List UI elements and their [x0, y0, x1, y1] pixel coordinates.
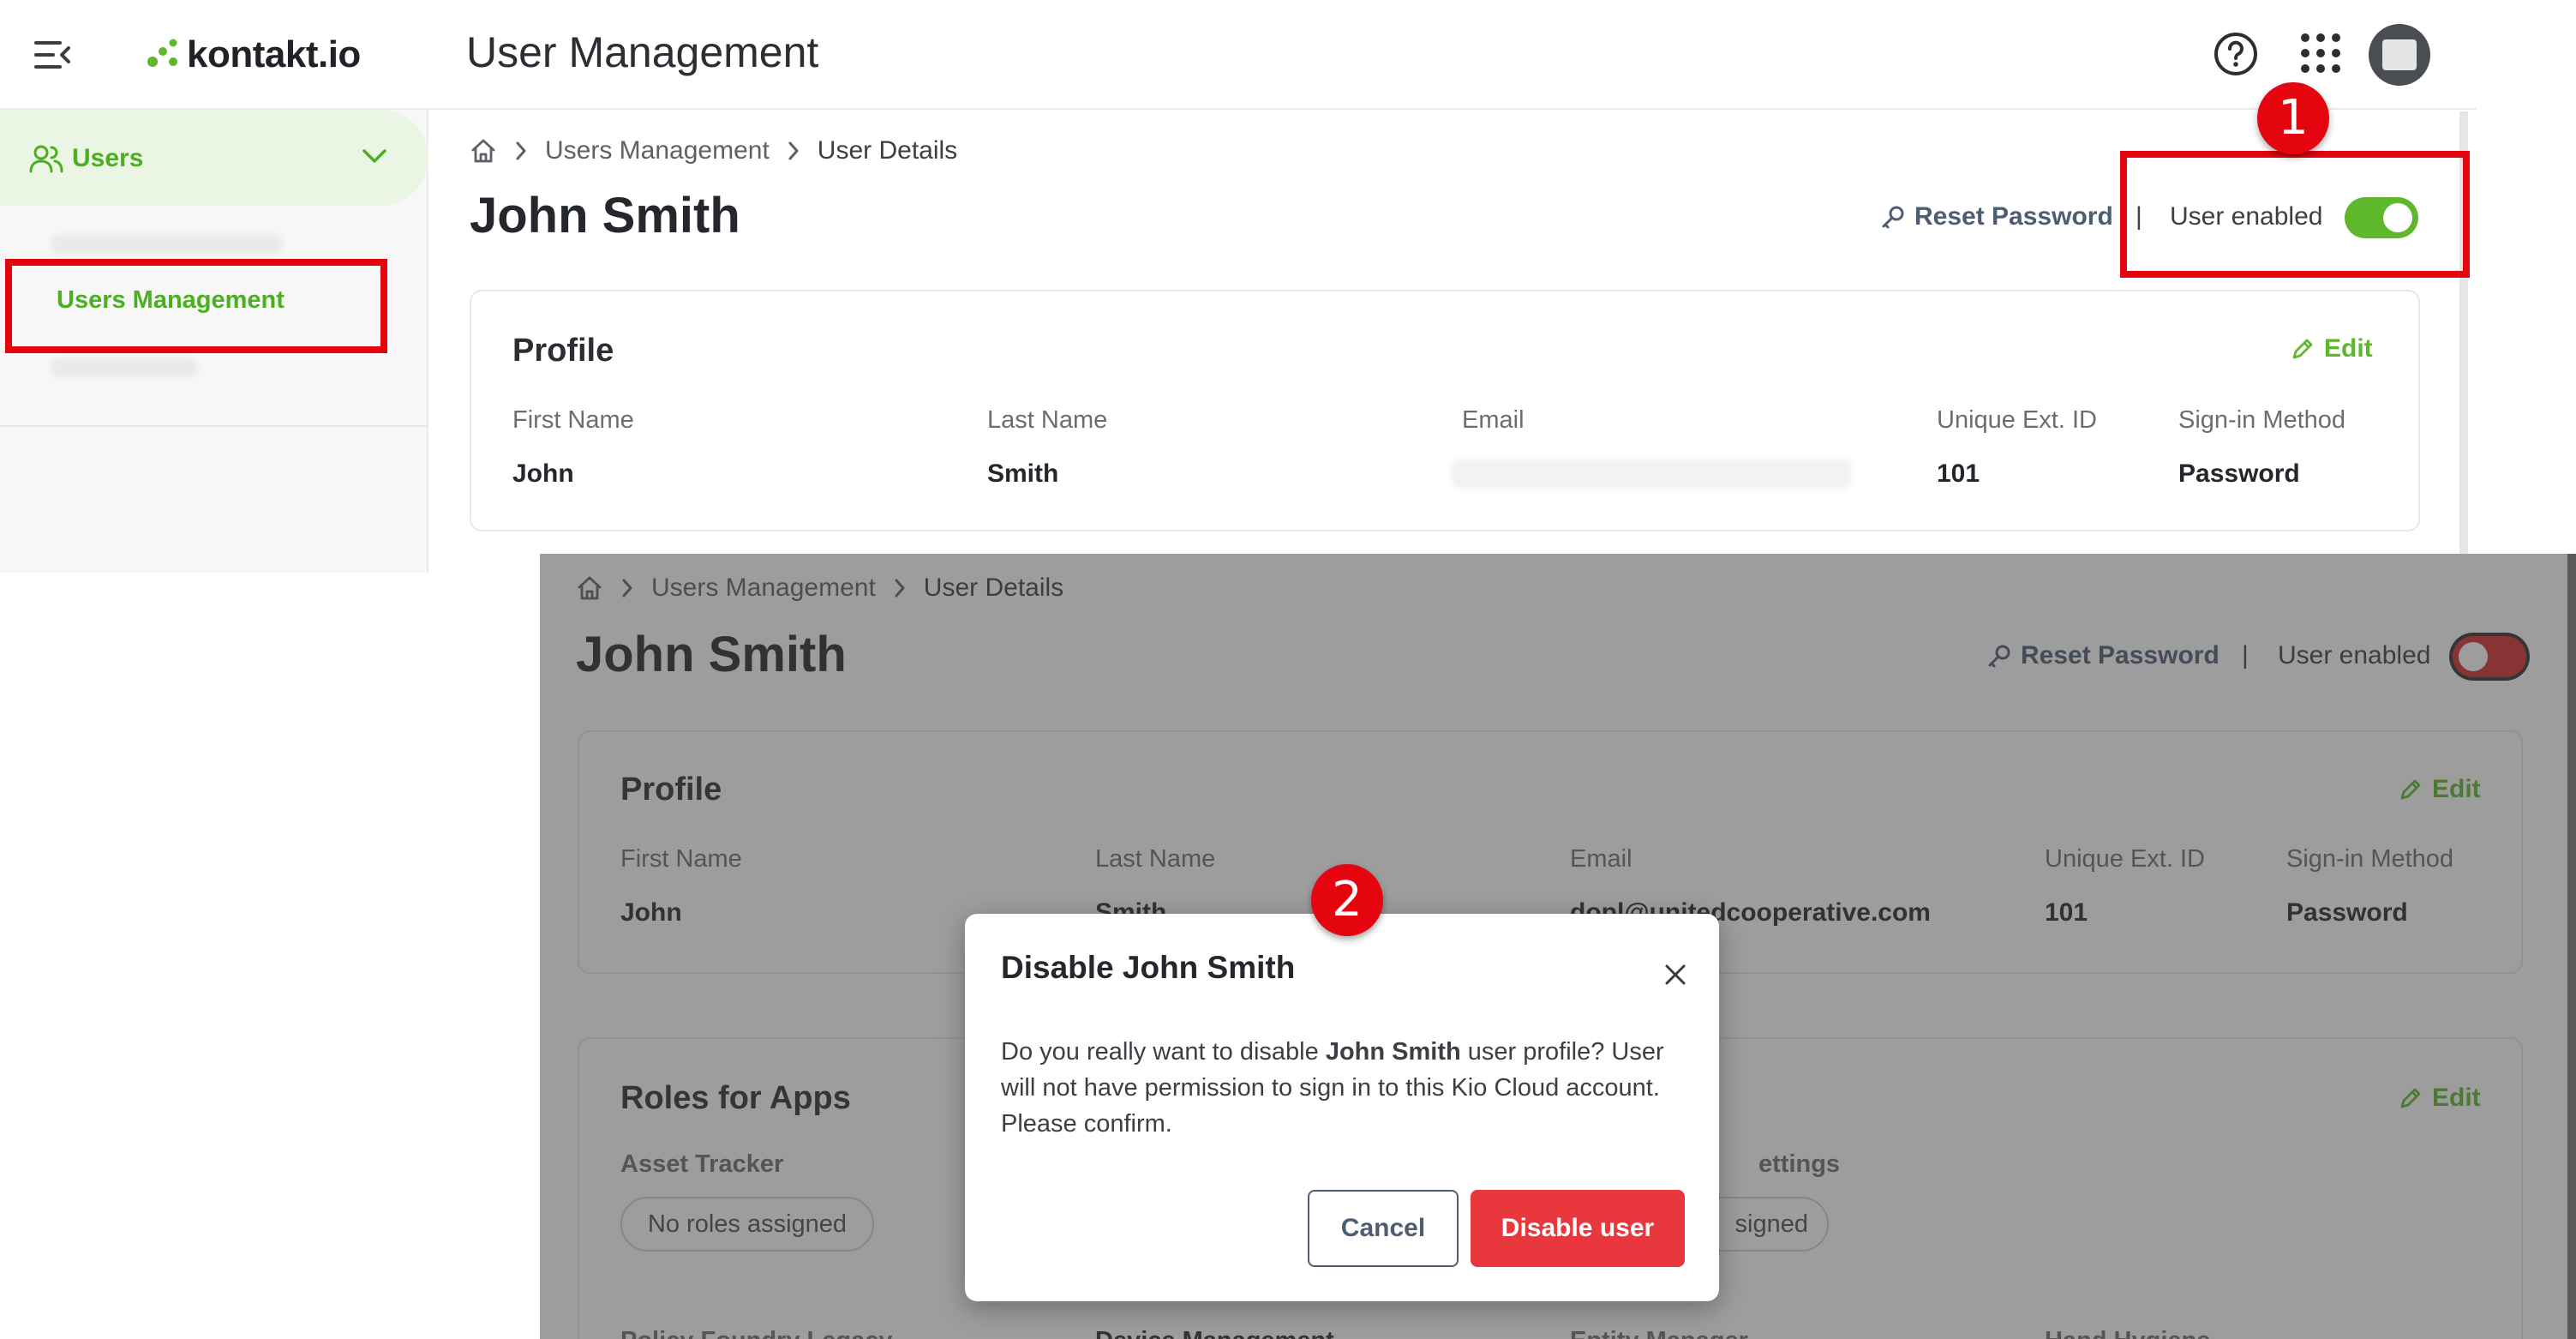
avatar[interactable] [2369, 24, 2430, 86]
reset-password-link[interactable]: Reset Password [1880, 202, 2113, 231]
close-icon[interactable] [1662, 962, 1688, 988]
last-name-label: Last Name [987, 406, 1108, 434]
dialog-message-pre: Do you really want to disable [1001, 1038, 1326, 1066]
disable-user-dialog: Disable John Smith Do you really want to… [965, 914, 1719, 1301]
unique-ext-id-label: Unique Ext. ID [1937, 406, 2097, 434]
first-name-value: John [512, 459, 574, 488]
unique-ext-id-value: 101 [1937, 459, 1980, 488]
sign-in-method-value: Password [2178, 459, 2300, 488]
dialog-title: Disable John Smith [1001, 950, 1296, 985]
profile-card: Profile Edit First Name John Last Name S… [470, 290, 2420, 531]
dialog-message-username: John Smith [1325, 1038, 1461, 1066]
sidebar-divider [0, 425, 428, 427]
breadcrumb-users-management[interactable]: Users Management [545, 136, 770, 165]
breadcrumb-user-details: User Details [817, 136, 958, 165]
app-title: User Management [466, 28, 819, 76]
menu-collapse-icon[interactable] [34, 38, 72, 72]
brand-logo[interactable]: kontakt.io [146, 31, 361, 79]
dialog-screenshot: Users Management User Details John Smith… [540, 554, 2576, 1339]
kontakt-logo-icon [147, 39, 177, 67]
breadcrumb: Users Management User Details [470, 134, 957, 168]
chevron-right-icon [788, 141, 799, 160]
email-value-redacted [1452, 459, 1851, 489]
first-name-label: First Name [512, 406, 634, 434]
scrollbar[interactable] [2567, 554, 2576, 1339]
help-icon[interactable] [2213, 31, 2259, 77]
chevron-down-icon[interactable] [362, 147, 387, 165]
dialog-message: Do you really want to disable John Smith… [1001, 1034, 1686, 1142]
reset-password-label: Reset Password [1914, 202, 2113, 231]
users-icon [29, 145, 63, 173]
key-icon [1882, 206, 1904, 229]
top-bar: kontakt.io User Management [0, 0, 2477, 110]
sidebar-item-users-label: Users [72, 144, 144, 172]
blurred-sidebar-item [51, 358, 197, 377]
sign-in-method-label: Sign-in Method [2178, 406, 2346, 434]
profile-card-title: Profile [512, 333, 614, 369]
home-icon[interactable] [470, 138, 497, 164]
brand-name: kontakt.io [187, 33, 361, 75]
cancel-button[interactable]: Cancel [1308, 1190, 1459, 1267]
apps-grid-icon[interactable] [2298, 31, 2343, 75]
profile-edit-button[interactable]: Edit [2290, 334, 2373, 363]
last-name-value: Smith [987, 459, 1059, 488]
page-title: John Smith [470, 188, 740, 243]
annotation-badge-1: 1 [2257, 82, 2329, 154]
disable-user-button[interactable]: Disable user [1471, 1190, 1685, 1267]
annotation-box-user-enabled [2120, 151, 2470, 278]
chevron-right-icon [516, 141, 526, 160]
annotation-box-users-management [5, 259, 387, 353]
annotation-badge-2: 2 [1311, 864, 1383, 936]
avatar-image [2382, 39, 2417, 70]
pencil-icon [2292, 339, 2313, 359]
blurred-sidebar-item [51, 235, 283, 254]
email-label: Email [1462, 406, 1525, 434]
sidebar-item-users[interactable]: Users [0, 110, 428, 206]
profile-edit-label: Edit [2324, 334, 2373, 363]
